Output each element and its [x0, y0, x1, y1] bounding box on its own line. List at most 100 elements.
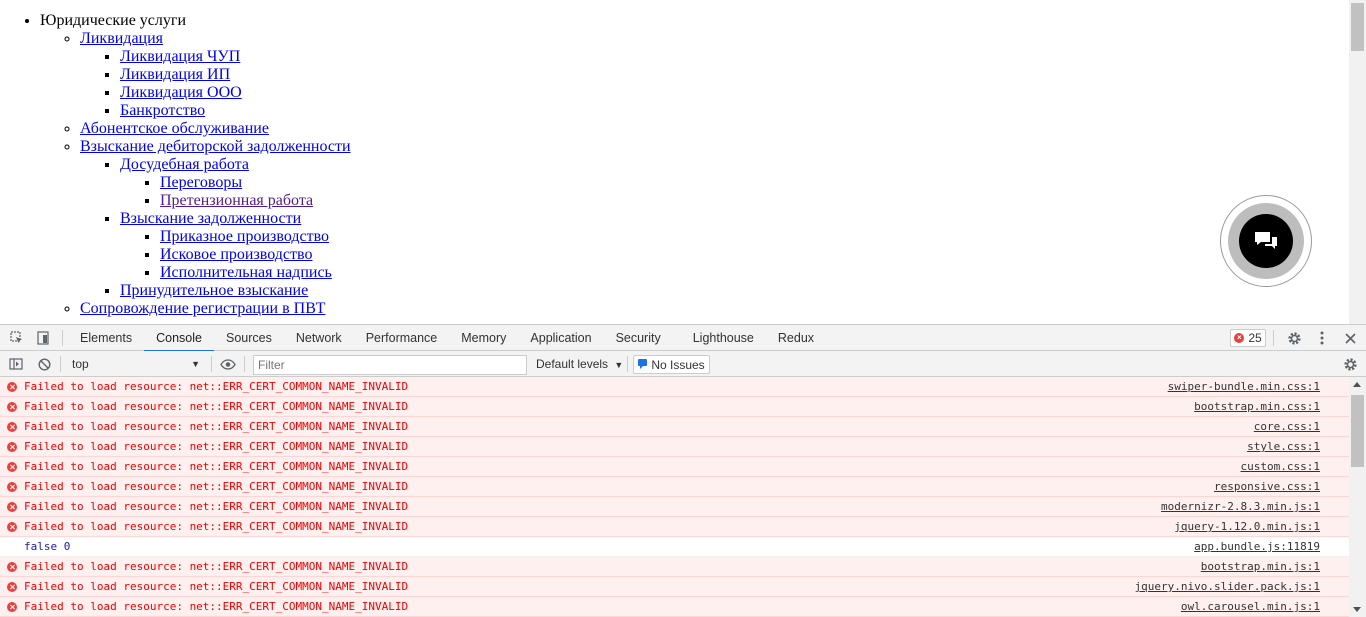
console-scrollbar[interactable]: [1349, 377, 1366, 617]
menu-item: Принудительное взыскание: [120, 282, 1349, 300]
console-message-text: Failed to load resource: net::ERR_CERT_C…: [24, 440, 409, 453]
menu-root-label: Юридические услуги: [40, 12, 187, 29]
live-expression-eye-icon[interactable]: [219, 355, 237, 373]
console-message-text: Failed to load resource: net::ERR_CERT_C…: [24, 560, 409, 573]
log-levels-label: Default levels: [536, 357, 609, 371]
context-value: top: [72, 357, 89, 371]
tab-console[interactable]: Console: [144, 325, 214, 352]
menu-link-claims[interactable]: Претензионная работа: [160, 192, 313, 209]
console-message-text: Failed to load resource: net::ERR_CERT_C…: [24, 520, 409, 533]
menu-item: Претензионная работа: [160, 192, 1349, 210]
console-source-link[interactable]: modernizr-2.8.3.min.js:1: [1161, 497, 1320, 517]
tab-elements[interactable]: Elements: [68, 325, 144, 351]
chat-widget-ring: [1228, 203, 1304, 279]
chat-widget-button[interactable]: [1220, 195, 1312, 287]
console-settings-gear-icon[interactable]: [1341, 355, 1359, 373]
menu-link-subscription[interactable]: Абонентское обслуживание: [80, 120, 269, 137]
menu-link-pvt[interactable]: Сопровождение регистрации в ПВТ: [80, 300, 325, 317]
toolbar-divider: [60, 356, 61, 372]
tab-lighthouse[interactable]: Lighthouse: [673, 325, 766, 351]
error-count-badge[interactable]: × 25: [1230, 329, 1266, 347]
menu-link-negotiations[interactable]: Переговоры: [160, 174, 242, 191]
console-source-link[interactable]: style.css:1: [1247, 437, 1320, 457]
clear-console-icon[interactable]: [35, 355, 53, 373]
issues-button[interactable]: No Issues: [633, 355, 710, 374]
console-scrollbar-thumb[interactable]: [1351, 395, 1364, 467]
error-circle-icon: [7, 522, 17, 532]
menu-link-debt-collection[interactable]: Взыскание дебиторской задолженности: [80, 138, 351, 155]
console-filter-input[interactable]: [253, 355, 527, 375]
menu-link-writ[interactable]: Приказное производство: [160, 228, 329, 245]
menu-link-liquidation[interactable]: Ликвидация: [80, 30, 163, 47]
dropdown-arrow-icon: ▼: [614, 360, 624, 370]
menu-item: Досудебная работа Переговоры Претензионн…: [120, 156, 1349, 210]
console-source-link[interactable]: custom.css:1: [1241, 457, 1320, 477]
error-circle-icon: [7, 422, 17, 432]
device-toolbar-icon[interactable]: [34, 329, 52, 347]
scroll-down-arrow-icon[interactable]: [1353, 607, 1361, 612]
error-circle-icon: [7, 502, 17, 512]
console-error-row: Failed to load resource: net::ERR_CERT_C…: [0, 417, 1349, 437]
menu-item: Абонентское обслуживание: [80, 120, 1349, 138]
console-error-row: Failed to load resource: net::ERR_CERT_C…: [0, 477, 1349, 497]
menu-link-enforcement[interactable]: Принудительное взыскание: [120, 282, 308, 299]
console-source-link[interactable]: core.css:1: [1254, 417, 1320, 437]
console-error-row: Failed to load resource: net::ERR_CERT_C…: [0, 597, 1349, 617]
menu-link-liquidation-chup[interactable]: Ликвидация ЧУП: [120, 48, 240, 65]
console-error-row: Failed to load resource: net::ERR_CERT_C…: [0, 397, 1349, 417]
tab-network[interactable]: Network: [284, 325, 354, 351]
issues-label: No Issues: [651, 357, 705, 372]
menu-item: Банкротство: [120, 102, 1349, 120]
menu-link-pretrial[interactable]: Досудебная работа: [120, 156, 249, 173]
menu-item: Ликвидация Ликвидация ЧУП Ликвидация ИП …: [80, 30, 1349, 120]
error-circle-icon: [7, 462, 17, 472]
more-options-icon[interactable]: [1313, 329, 1331, 347]
dropdown-arrow-icon: ▼: [191, 359, 200, 369]
menu-root-item: Юридические услуги Ликвидация Ликвидация…: [40, 12, 1349, 318]
menu-item: Исполнительная надпись: [160, 264, 1349, 282]
tab-performance[interactable]: Performance: [354, 325, 450, 351]
log-levels-dropdown[interactable]: Default levels ▼: [530, 355, 629, 373]
console-source-link[interactable]: swiper-bundle.min.css:1: [1168, 377, 1320, 397]
menu-link-bankruptcy[interactable]: Банкротство: [120, 102, 205, 119]
console-error-row: Failed to load resource: net::ERR_CERT_C…: [0, 557, 1349, 577]
close-devtools-icon[interactable]: [1341, 329, 1359, 347]
menu-link-liquidation-ooo[interactable]: Ликвидация ООО: [120, 84, 242, 101]
js-context-select[interactable]: top ▼: [66, 355, 206, 373]
inspect-element-icon[interactable]: [8, 329, 26, 347]
console-messages: Failed to load resource: net::ERR_CERT_C…: [0, 377, 1349, 617]
console-source-link[interactable]: jquery-1.12.0.min.js:1: [1174, 517, 1320, 537]
console-source-link[interactable]: jquery.nivo.slider.pack.js:1: [1135, 577, 1320, 597]
settings-gear-icon[interactable]: [1285, 329, 1303, 347]
show-sidebar-icon[interactable]: [7, 355, 25, 373]
menu-link-liquidation-ip[interactable]: Ликвидация ИП: [120, 66, 230, 83]
services-menu: Юридические услуги Ликвидация Ликвидация…: [0, 12, 1349, 318]
tab-sources[interactable]: Sources: [214, 325, 284, 351]
console-source-link[interactable]: bootstrap.min.js:1: [1201, 557, 1320, 577]
tab-memory[interactable]: Memory: [449, 325, 518, 351]
page-scrollbar-thumb[interactable]: [1351, 3, 1364, 51]
console-source-link[interactable]: app.bundle.js:11819: [1194, 537, 1320, 557]
console-error-row: Failed to load resource: net::ERR_CERT_C…: [0, 517, 1349, 537]
menu-item: Переговоры: [160, 174, 1349, 192]
error-circle-icon: [7, 442, 17, 452]
error-circle-icon: [7, 602, 17, 612]
menu-link-collection[interactable]: Взыскание задолженности: [120, 210, 301, 227]
menu-item: Взыскание дебиторской задолженности Досу…: [80, 138, 1349, 300]
console-message-text: Failed to load resource: net::ERR_CERT_C…: [24, 500, 409, 513]
console-toolbar: top ▼ Default levels ▼ No Issues: [0, 351, 1366, 377]
console-source-link[interactable]: owl.carousel.min.js:1: [1181, 597, 1320, 617]
tab-redux[interactable]: Redux: [766, 325, 826, 351]
menu-link-lawsuit[interactable]: Исковое производство: [160, 246, 312, 263]
devtools-tabs: Elements Console Sources Network Perform…: [68, 325, 826, 352]
page-scrollbar[interactable]: [1349, 0, 1366, 324]
tab-security[interactable]: Security: [604, 325, 673, 351]
tab-application[interactable]: Application: [518, 325, 603, 351]
menu-link-executive[interactable]: Исполнительная надпись: [160, 264, 332, 281]
menu-item: Ликвидация ООО: [120, 84, 1349, 102]
toolbar-divider: [244, 356, 245, 372]
console-source-link[interactable]: bootstrap.min.css:1: [1194, 397, 1320, 417]
console-source-link[interactable]: responsive.css:1: [1214, 477, 1320, 497]
scroll-up-arrow-icon[interactable]: [1353, 382, 1361, 387]
console-error-row: Failed to load resource: net::ERR_CERT_C…: [0, 437, 1349, 457]
